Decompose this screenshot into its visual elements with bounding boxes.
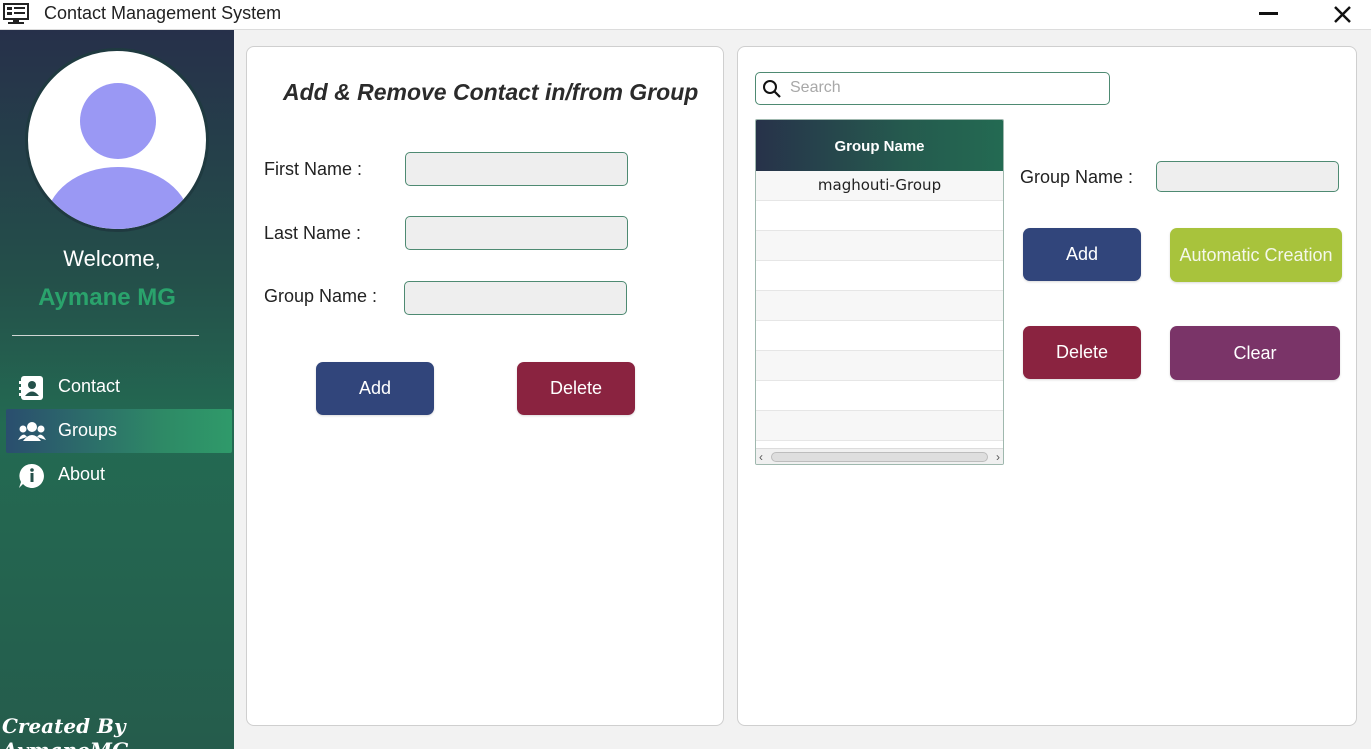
table-row[interactable] (756, 351, 1003, 381)
search-bar[interactable] (755, 72, 1110, 105)
groups-panel: Group Name maghouti-Group ‹ › Group Name… (737, 46, 1357, 726)
info-icon (19, 463, 44, 488)
contact-group-form-panel: Add & Remove Contact in/from Group First… (246, 46, 724, 726)
scroll-left-icon[interactable]: ‹ (759, 450, 763, 464)
sidebar-item-label: Contact (58, 376, 121, 396)
search-icon (763, 80, 781, 98)
footer-credit: Created By AymaneMG (2, 714, 129, 749)
table-header-group-name[interactable]: Group Name (756, 120, 1003, 171)
table-row[interactable]: maghouti-Group (756, 171, 1003, 201)
table-row[interactable] (756, 321, 1003, 351)
table-row[interactable] (756, 231, 1003, 261)
sidebar-item-label: About (58, 464, 106, 484)
scrollbar-thumb[interactable] (771, 452, 988, 462)
table-row[interactable] (756, 411, 1003, 441)
scroll-right-icon[interactable]: › (996, 450, 1000, 464)
add-button[interactable]: Add (316, 362, 434, 415)
avatar-body (46, 167, 190, 229)
username: Aymane MG (38, 284, 176, 311)
table-body: maghouti-Group (756, 171, 1003, 441)
avatar (25, 48, 209, 232)
users-icon (18, 422, 46, 441)
table-row[interactable] (756, 291, 1003, 321)
sidebar-item-contact[interactable]: Contact (6, 365, 232, 409)
last-name-label: Last Name : (264, 223, 362, 243)
table-row[interactable] (756, 381, 1003, 411)
last-name-field[interactable] (405, 216, 628, 250)
sidebar-item-label: Groups (58, 420, 118, 440)
clear-button[interactable]: Clear (1170, 326, 1340, 380)
delete-group-button[interactable]: Delete (1023, 326, 1141, 379)
group-name-field[interactable] (404, 281, 627, 315)
first-name-label: First Name : (264, 159, 363, 179)
automatic-creation-button[interactable]: Automatic Creation (1170, 228, 1342, 282)
group-name-field[interactable] (1156, 161, 1339, 192)
horizontal-scrollbar[interactable]: ‹ › (756, 448, 1003, 464)
add-group-button[interactable]: Add (1023, 228, 1141, 281)
first-name-field[interactable] (405, 152, 628, 186)
contact-card-icon (19, 376, 43, 400)
delete-button[interactable]: Delete (517, 362, 635, 415)
sidebar-item-groups[interactable]: Groups (6, 409, 232, 453)
group-name-label: Group Name : (264, 286, 378, 306)
table-row[interactable] (756, 261, 1003, 291)
minimize-button[interactable] (1248, 0, 1290, 28)
window-title: Contact Management System (44, 3, 282, 23)
app-icon (3, 3, 29, 24)
sidebar: Welcome, Aymane MG Contact Groups About … (0, 30, 234, 749)
close-icon[interactable] (1322, 0, 1364, 30)
search-input[interactable] (790, 76, 1100, 100)
table-row[interactable] (756, 201, 1003, 231)
group-name-label: Group Name : (1020, 167, 1134, 187)
welcome-text: Welcome, (63, 246, 161, 271)
sidebar-divider (12, 335, 199, 336)
title-bar: Contact Management System (0, 0, 1371, 30)
avatar-head (80, 83, 156, 159)
form-title: Add & Remove Contact in/from Group (283, 79, 699, 105)
sidebar-item-about[interactable]: About (6, 453, 232, 497)
groups-table: Group Name maghouti-Group ‹ › (755, 119, 1004, 465)
